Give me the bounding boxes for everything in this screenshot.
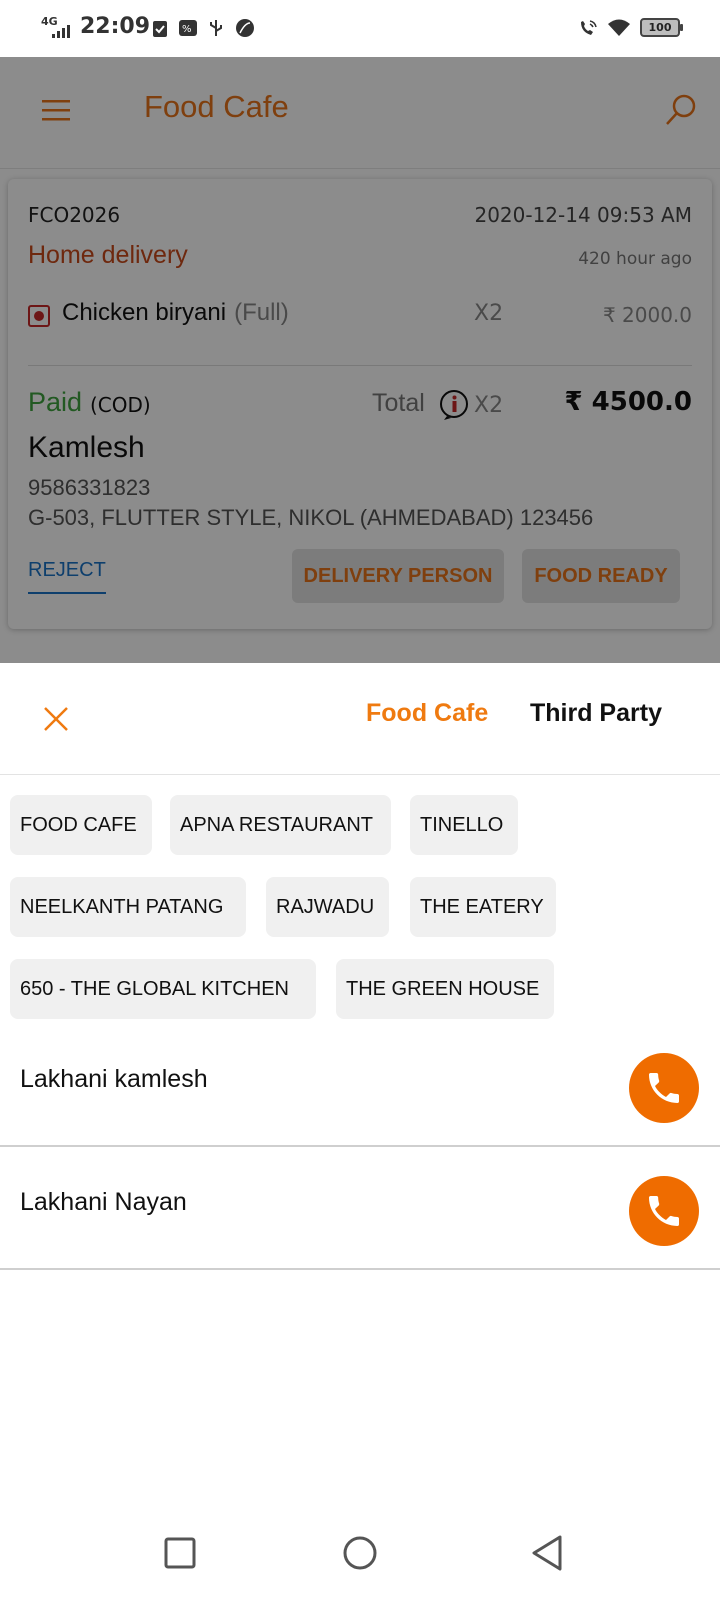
call-button[interactable] [629,1176,699,1246]
leaf-icon [236,19,254,37]
phone-icon [649,1196,679,1226]
delivery-person-name: Lakhani kamlesh [20,1065,208,1093]
status-bar: 4G 22:09 % 100 [0,0,720,57]
usb-debug-icon: % [179,20,197,36]
close-icon[interactable] [42,705,70,733]
chip-green-house[interactable]: THE GREEN HOUSE [336,959,554,1019]
call-button[interactable] [629,1053,699,1123]
delivery-person-row[interactable]: Lakhani Nayan [0,1148,720,1270]
tab-food-cafe[interactable]: Food Cafe [366,699,488,728]
nav-back-icon[interactable] [528,1533,568,1573]
wifi-icon [608,19,630,36]
chip-apna-restaurant[interactable]: APNA RESTAURANT [170,795,391,855]
wifi-call-icon [581,20,597,35]
system-nav-bar [0,1513,720,1600]
phone-icon [649,1073,679,1103]
modal-scrim[interactable] [0,57,720,663]
chip-global-kitchen[interactable]: 650 - THE GLOBAL KITCHEN [10,959,316,1019]
status-time: 22:09 [80,14,151,39]
delivery-person-sheet: Food Cafe Third Party FOOD CAFE APNA RES… [0,663,720,1513]
chip-rajwadu[interactable]: RAJWADU [266,877,389,937]
svg-text:%: % [182,24,192,35]
battery-level: 100 [648,21,672,34]
chip-neelkanth-patang[interactable]: NEELKANTH PATANG [10,877,246,937]
clipboard-check-icon [153,21,167,37]
nav-home-icon[interactable] [340,1533,380,1573]
usb-icon [210,20,222,36]
signal-icon [52,24,70,38]
delivery-person-name: Lakhani Nayan [20,1188,187,1216]
sheet-header: Food Cafe Third Party [0,663,720,775]
chip-food-cafe[interactable]: FOOD CAFE [10,795,152,855]
battery-icon: 100 [640,18,683,37]
tab-third-party[interactable]: Third Party [530,699,662,728]
nav-recents-icon[interactable] [160,1533,200,1573]
chip-tinello[interactable]: TINELLO [410,795,518,855]
chip-the-eatery[interactable]: THE EATERY [410,877,556,937]
delivery-person-row[interactable]: Lakhani kamlesh [0,1025,720,1147]
